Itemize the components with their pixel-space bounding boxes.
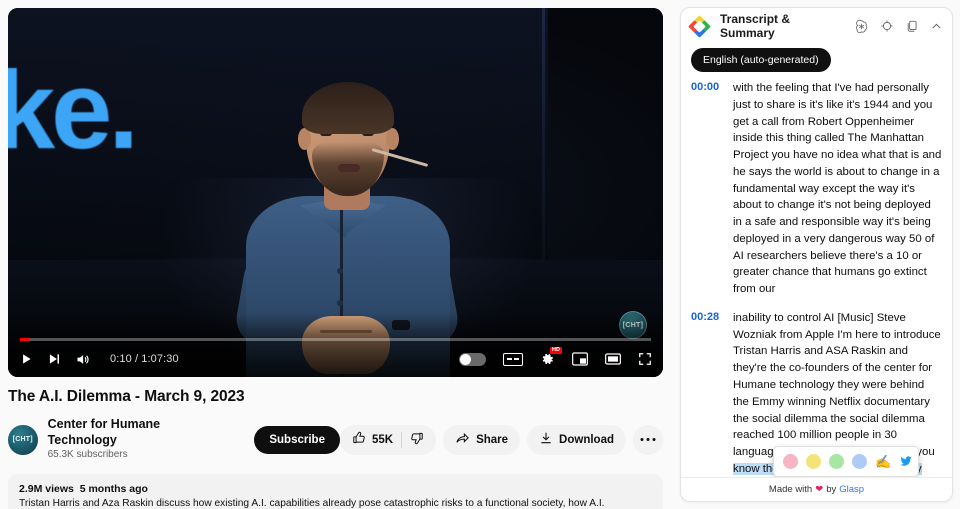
speaker-mouth xyxy=(338,164,360,172)
panel-header: Transcript & Summary xyxy=(681,8,952,44)
twitter-share-icon[interactable] xyxy=(899,454,913,470)
chevron-up-icon[interactable] xyxy=(930,20,943,33)
description-text: Tristan Harris and Aza Raskin discuss ho… xyxy=(19,497,652,509)
download-label: Download xyxy=(559,433,614,446)
transcript-timestamp[interactable]: 00:00 xyxy=(691,80,725,298)
like-count: 55K xyxy=(371,433,394,446)
highlighter-pen-icon[interactable]: ✍ xyxy=(875,455,891,468)
thumbs-down-icon[interactable] xyxy=(410,431,424,448)
more-actions-button[interactable] xyxy=(633,424,663,455)
transcript-segment: 00:00 with the feeling that I've had per… xyxy=(691,80,942,298)
openai-icon[interactable] xyxy=(854,19,869,34)
description-meta: 2.9M views 5 months ago xyxy=(19,483,652,495)
highlight-color-popup[interactable]: ✍ xyxy=(773,446,919,477)
download-icon xyxy=(539,431,553,448)
glasp-brand-link[interactable]: Glasp xyxy=(839,484,864,495)
transcript-text[interactable]: with the feeling that I've had personall… xyxy=(733,80,942,298)
glasp-logo-icon xyxy=(688,14,711,38)
fullscreen-button[interactable] xyxy=(638,352,652,366)
swatch-pink[interactable] xyxy=(783,454,798,469)
thumbs-up-icon[interactable] xyxy=(352,431,366,448)
page-root: ke. 0:10 / 1:07:30 HD The A.I. Dilemma -… xyxy=(0,0,960,509)
swatch-yellow[interactable] xyxy=(806,454,821,469)
video-title: The A.I. Dilemma - March 9, 2023 xyxy=(8,388,245,405)
transcript-text-pre: inability to control AI [Music] Steve Wo… xyxy=(733,311,941,459)
settings-button[interactable]: HD xyxy=(540,346,562,367)
hd-quality-badge: HD xyxy=(550,346,562,354)
speaker-shirt-button xyxy=(337,300,343,306)
autoplay-toggle[interactable] xyxy=(459,352,486,366)
speaker-shirt-button xyxy=(337,268,343,274)
subscriber-count: 65.3K subscribers xyxy=(47,449,128,461)
share-icon xyxy=(455,431,470,449)
share-label: Share xyxy=(476,433,509,446)
language-row: English (auto-generated) xyxy=(681,44,952,80)
video-description-box[interactable]: 2.9M views 5 months ago Tristan Harris a… xyxy=(8,474,663,509)
channel-meta-row: [CHT] Center for Humane Technology 65.3K… xyxy=(8,417,663,462)
copy-icon[interactable] xyxy=(905,19,919,33)
channel-name[interactable]: Center for Humane Technology xyxy=(48,417,231,448)
channel-avatar[interactable]: [CHT] xyxy=(8,424,38,455)
share-button[interactable]: Share xyxy=(443,424,521,455)
miniplayer-button[interactable] xyxy=(572,352,588,366)
by-label: by xyxy=(826,484,837,495)
player-controls: 0:10 / 1:07:30 HD xyxy=(8,341,663,377)
heart-icon: ❤ xyxy=(815,484,824,495)
transcript-list[interactable]: 00:00 with the feeling that I've had per… xyxy=(681,80,952,477)
stage-screen-text: ke. xyxy=(8,49,139,172)
description-body: Tristan Harris and Aza Raskin discuss ho… xyxy=(19,498,605,509)
swatch-blue[interactable] xyxy=(852,454,867,469)
publish-date: 5 months ago xyxy=(79,483,148,496)
theater-mode-button[interactable] xyxy=(605,352,621,366)
captions-button[interactable] xyxy=(503,352,523,366)
next-video-button[interactable] xyxy=(47,352,61,366)
watch-column: ke. 0:10 / 1:07:30 HD The A.I. Dilemma -… xyxy=(8,8,663,509)
view-count: 2.9M views xyxy=(19,483,74,496)
ellipsis-icon xyxy=(640,438,656,442)
like-dislike-group[interactable]: 55K xyxy=(339,424,437,455)
subscribe-button[interactable]: Subscribe xyxy=(254,425,340,454)
channel-text-block: Center for Humane Technology 65.3K subsc… xyxy=(48,417,231,462)
player-controls-right: HD xyxy=(459,346,652,367)
time-display: 0:10 / 1:07:30 xyxy=(110,353,179,365)
volume-button[interactable] xyxy=(75,352,90,367)
player-controls-left: 0:10 / 1:07:30 xyxy=(19,352,179,367)
panel-header-icons xyxy=(854,19,943,34)
action-divider xyxy=(401,431,403,448)
transcript-timestamp[interactable]: 00:28 xyxy=(691,310,725,477)
target-icon[interactable] xyxy=(880,19,894,33)
speaker-hair xyxy=(302,82,394,134)
swatch-green[interactable] xyxy=(829,454,844,469)
play-button[interactable] xyxy=(19,352,33,366)
glasp-transcript-panel: Transcript & Summary English (auto-gener… xyxy=(680,7,953,502)
panel-footer: Made with ❤ by Glasp xyxy=(681,477,952,501)
speaker-ear-right xyxy=(386,128,399,150)
download-button[interactable]: Download xyxy=(527,424,626,455)
stage-wall-edge xyxy=(542,8,545,270)
video-player[interactable]: ke. 0:10 / 1:07:30 HD xyxy=(8,8,663,377)
language-selector-chip[interactable]: English (auto-generated) xyxy=(691,48,831,72)
made-with-label: Made with xyxy=(768,484,813,495)
panel-title: Transcript & Summary xyxy=(720,12,791,40)
video-actions: 55K Share Download xyxy=(339,424,663,455)
